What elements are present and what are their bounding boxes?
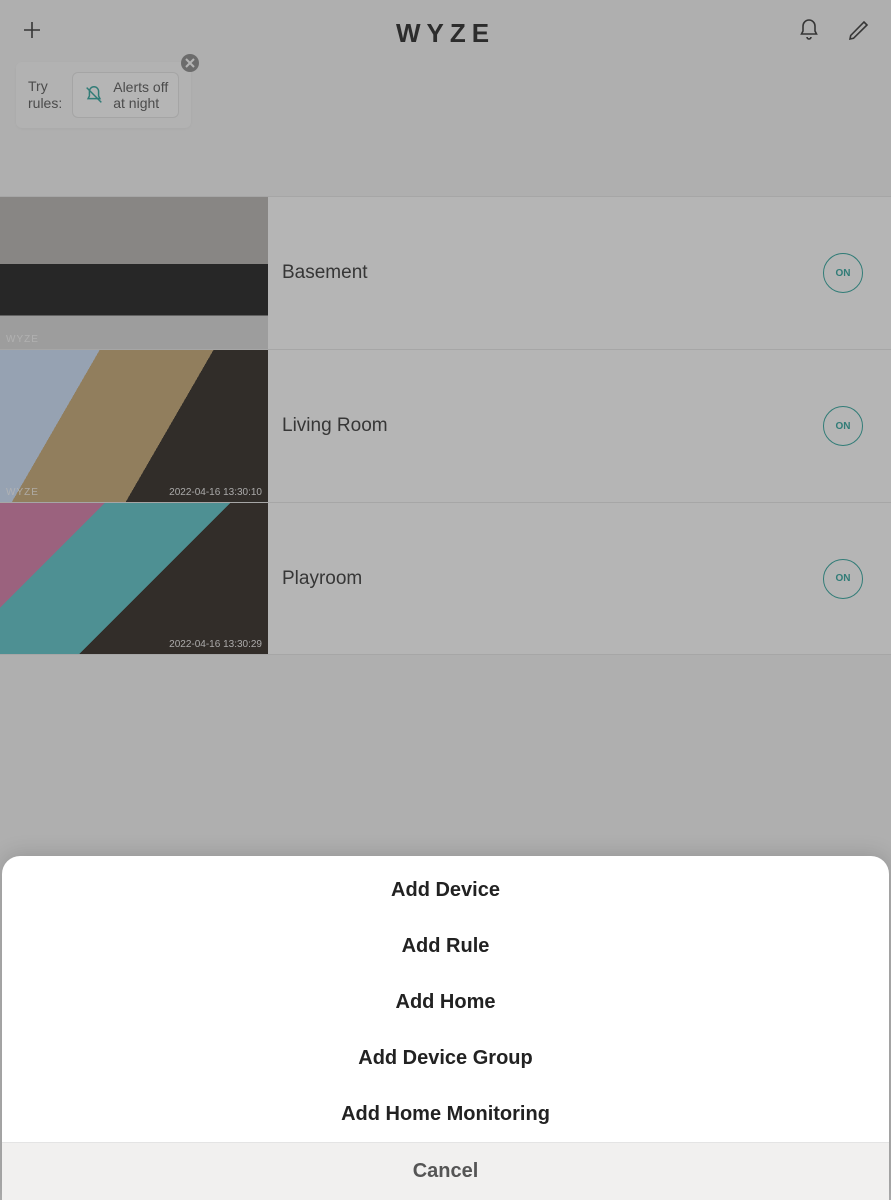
- sheet-add-home[interactable]: Add Home: [2, 974, 889, 1030]
- sheet-add-rule[interactable]: Add Rule: [2, 918, 889, 974]
- sheet-add-home-monitoring[interactable]: Add Home Monitoring: [2, 1086, 889, 1142]
- sheet-cancel[interactable]: Cancel: [2, 1142, 889, 1200]
- action-sheet: Add Device Add Rule Add Home Add Device …: [2, 856, 889, 1200]
- sheet-add-device-group[interactable]: Add Device Group: [2, 1030, 889, 1086]
- sheet-add-device[interactable]: Add Device: [2, 862, 889, 918]
